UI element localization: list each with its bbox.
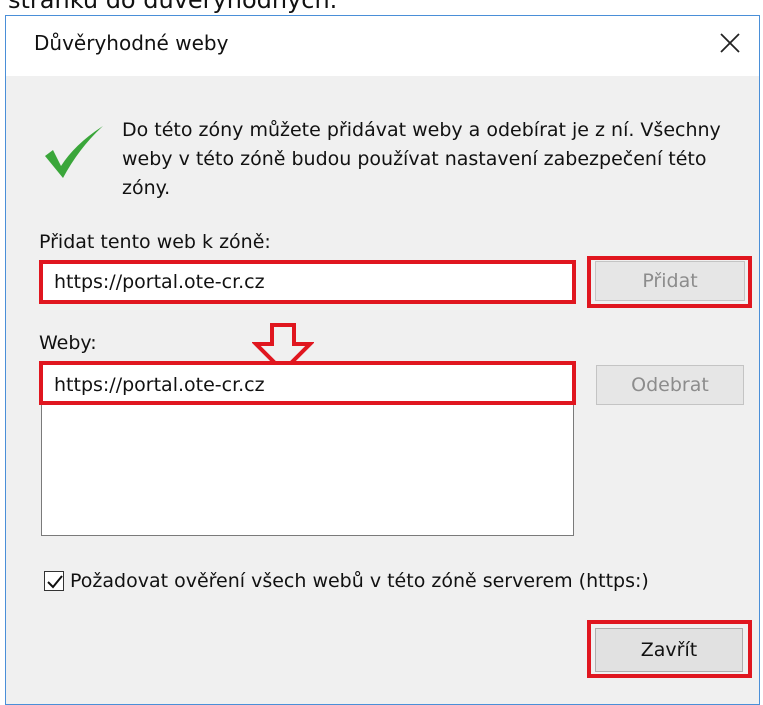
- add-site-label: Přidat tento web k zóně:: [39, 231, 271, 253]
- require-https-checkbox[interactable]: [44, 571, 64, 591]
- require-https-row: Požadovat ověření všech webů v této zóně…: [44, 566, 649, 596]
- dialog-title: Důvěryhodné weby: [34, 31, 229, 55]
- check-icon: [39, 120, 107, 188]
- remove-button[interactable]: Odebrat: [596, 365, 744, 405]
- sites-listbox[interactable]: https://portal.ote-cr.cz: [41, 361, 574, 536]
- dialog-titlebar: Důvěryhodné weby: [6, 16, 759, 76]
- list-item[interactable]: https://portal.ote-cr.cz: [42, 362, 573, 408]
- add-button[interactable]: Přidat: [595, 261, 745, 301]
- trusted-sites-dialog: Důvěryhodné weby Do této zóny můžete při…: [5, 15, 760, 705]
- add-site-input[interactable]: [41, 263, 574, 301]
- require-https-label: Požadovat ověření všech webů v této zóně…: [70, 570, 649, 592]
- page-caption: stránku do důvěryhodných.: [8, 0, 338, 14]
- close-button[interactable]: Zavřít: [595, 628, 743, 672]
- close-icon[interactable]: [713, 26, 747, 60]
- zone-description: Do této zóny můžete přidávat weby a odeb…: [122, 119, 721, 199]
- sites-label: Weby:: [39, 332, 97, 354]
